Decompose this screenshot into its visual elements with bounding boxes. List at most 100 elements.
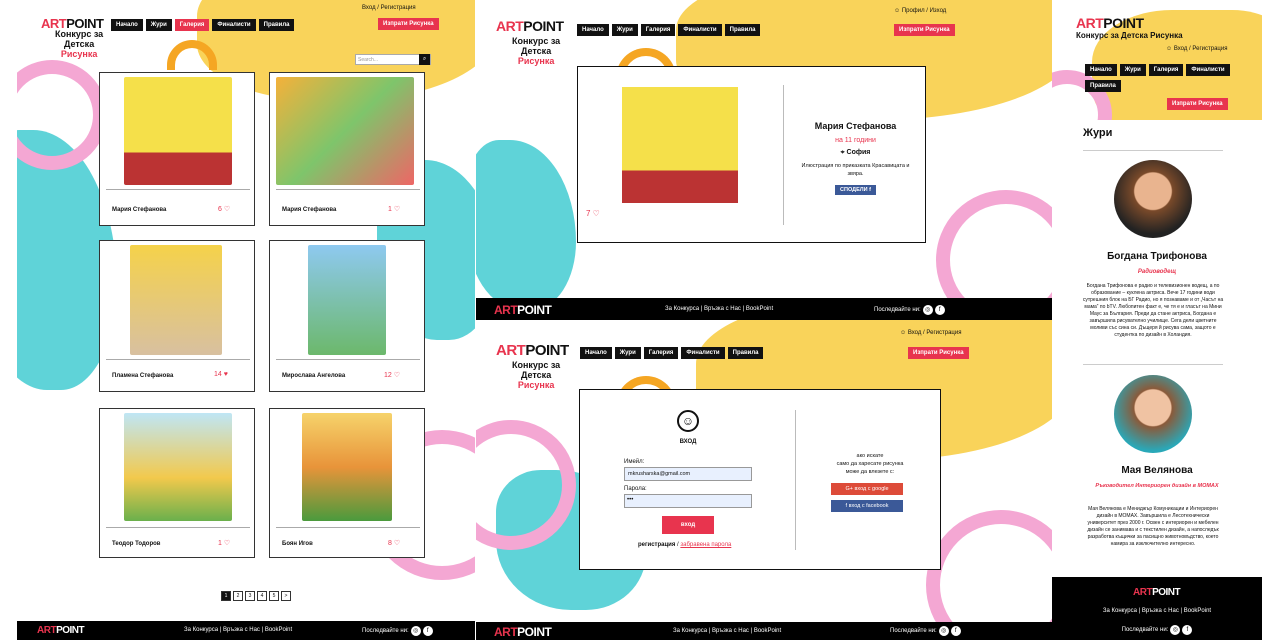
nav-home[interactable]: Начало xyxy=(577,24,609,36)
share-facebook-button[interactable]: СПОДЕЛИ f xyxy=(835,185,876,195)
main-nav: Начало Жури Галерия Финалисти Правила xyxy=(577,24,761,36)
nav-rules[interactable]: Правила xyxy=(727,347,764,359)
page-1[interactable]: 1 xyxy=(221,591,231,601)
drawing-image[interactable] xyxy=(124,77,232,185)
nav-finalists[interactable]: Финалисти xyxy=(681,347,725,359)
drawing-image[interactable] xyxy=(308,245,386,355)
nav-jury[interactable]: Жури xyxy=(611,24,638,36)
jury-member-role: Радиоводещ xyxy=(1137,269,1177,275)
follow-us: Последвайте ни: ◎ f xyxy=(890,626,961,636)
login-submit-button[interactable]: вход xyxy=(662,516,714,534)
gallery-card[interactable]: Пламена Стефанова 14 ♥ xyxy=(99,240,255,392)
footer-logo[interactable]: ARTPOINT xyxy=(494,303,552,317)
footer-links: За Конкурса | Връзка с Нас | BookPoint xyxy=(184,627,293,633)
nav-finalists[interactable]: Финалисти xyxy=(1186,64,1230,76)
like-count[interactable]: 7 ♡ xyxy=(586,209,600,218)
nav-gallery[interactable]: Галерия xyxy=(640,24,676,36)
nav-gallery[interactable]: Галерия xyxy=(643,347,679,359)
nav-finalists[interactable]: Финалисти xyxy=(678,24,722,36)
nav-home[interactable]: Начало xyxy=(1085,64,1117,76)
register-link[interactable]: регистрация xyxy=(638,542,675,548)
submit-drawing-button[interactable]: Изпрати Рисунка xyxy=(894,24,955,36)
footer-bookpoint-link[interactable]: BookPoint xyxy=(746,306,773,312)
like-count[interactable]: 8 ♡ xyxy=(388,539,400,547)
footer-bookpoint-link[interactable]: BookPoint xyxy=(265,627,292,633)
instagram-icon[interactable]: ◎ xyxy=(1170,625,1181,635)
login-link[interactable]: ☺ Вход / Регистрация xyxy=(1166,46,1227,52)
submit-drawing-button[interactable]: Изпрати Рисунка xyxy=(908,347,969,359)
gallery-card[interactable]: Мария Стефанова 6 ♡ xyxy=(99,72,255,226)
drawing-image[interactable] xyxy=(622,87,738,203)
footer-about-link[interactable]: За Конкурса xyxy=(184,627,218,633)
nav-rules[interactable]: Правила xyxy=(724,24,761,36)
password-field[interactable]: ••• xyxy=(624,494,752,508)
facebook-icon[interactable]: f xyxy=(1182,625,1193,635)
instagram-icon[interactable]: ◎ xyxy=(938,626,949,636)
footer-contact-link[interactable]: Връзка с Нас xyxy=(712,628,749,634)
footer-contact-link[interactable]: Връзка с Нас xyxy=(704,306,741,312)
like-count[interactable]: 1 ♡ xyxy=(388,205,400,213)
submit-drawing-button[interactable]: Изпрати Рисунка xyxy=(1167,98,1228,110)
page-4[interactable]: 4 xyxy=(257,591,267,601)
next-page[interactable]: > xyxy=(281,591,291,601)
nav-home[interactable]: Начало xyxy=(111,19,143,31)
page-3[interactable]: 3 xyxy=(245,591,255,601)
nav-home[interactable]: Начало xyxy=(580,347,612,359)
gallery-card[interactable]: Боян Игов 8 ♡ xyxy=(269,408,425,558)
google-login-button[interactable]: G+ вход с google xyxy=(831,483,903,495)
instagram-icon[interactable]: ◎ xyxy=(922,305,933,315)
location-pin-icon: ⌖ xyxy=(840,149,845,156)
nav-jury[interactable]: Жури xyxy=(145,19,172,31)
like-count[interactable]: 14 ♥ xyxy=(214,371,228,378)
gallery-card[interactable]: Мария Стефанова 1 ♡ xyxy=(269,72,425,226)
login-link[interactable]: ☺ Вход / Регистрация xyxy=(900,330,961,336)
follow-us: Последвайте ни: ◎ f xyxy=(874,305,945,315)
nav-gallery[interactable]: Галерия xyxy=(1148,64,1184,76)
logo-subtitle: Конкурс за Детска Рисунка xyxy=(1076,31,1183,40)
drawing-detail-card: 7 ♡ Мария Стефанова на 11 години ⌖ София… xyxy=(577,66,926,243)
footer-bookpoint-link[interactable]: BookPoint xyxy=(1184,608,1211,614)
facebook-icon[interactable]: f xyxy=(950,626,961,636)
logo[interactable]: ARTPOINT xyxy=(496,342,569,359)
gallery-card[interactable]: Мирослава Ангелова 12 ♡ xyxy=(269,240,425,392)
drawing-image[interactable] xyxy=(130,245,222,355)
nav-gallery[interactable]: Галерия xyxy=(174,19,210,31)
jury-heading: Жури xyxy=(1083,127,1113,139)
footer-contact-link[interactable]: Връзка с Нас xyxy=(1142,608,1179,614)
nav-rules[interactable]: Правила xyxy=(258,19,295,31)
footer-about-link[interactable]: За Конкурса xyxy=(665,306,699,312)
page-2[interactable]: 2 xyxy=(233,591,243,601)
logo[interactable]: ARTPOINT xyxy=(1076,15,1144,31)
submit-drawing-button[interactable]: Изпрати Рисунка xyxy=(378,18,439,30)
nav-jury[interactable]: Жури xyxy=(614,347,641,359)
logo[interactable]: ARTPOINT xyxy=(496,18,564,34)
main-nav: Начало Жури Галерия Финалисти Правила xyxy=(580,347,764,359)
footer-about-link[interactable]: За Конкурса xyxy=(1103,608,1137,614)
nav-rules[interactable]: Правила xyxy=(1085,80,1121,92)
drawing-image[interactable] xyxy=(276,77,414,185)
footer-bookpoint-link[interactable]: BookPoint xyxy=(754,628,781,634)
facebook-icon[interactable]: f xyxy=(422,626,433,636)
search-icon[interactable]: ⌕ xyxy=(419,54,430,65)
gallery-card[interactable]: Теодор Тодоров 1 ♡ xyxy=(99,408,255,558)
email-field[interactable]: mkrusharska@gmail.com xyxy=(624,467,752,481)
like-count[interactable]: 1 ♡ xyxy=(218,539,230,547)
footer-about-link[interactable]: За Конкурса xyxy=(673,628,707,634)
footer-logo[interactable]: ARTPOINT xyxy=(1133,587,1181,598)
login-link[interactable]: Вход / Регистрация xyxy=(362,5,416,11)
drawing-image[interactable] xyxy=(124,413,232,521)
facebook-icon[interactable]: f xyxy=(934,305,945,315)
facebook-login-button[interactable]: f вход с facebook xyxy=(831,500,903,512)
footer-logo[interactable]: ARTPOINT xyxy=(494,625,552,639)
page-5[interactable]: 5 xyxy=(269,591,279,601)
profile-logout-link[interactable]: ☺ Профил / Изход xyxy=(894,8,946,14)
footer-logo[interactable]: ARTPOINT xyxy=(37,625,85,636)
drawing-image[interactable] xyxy=(302,413,392,521)
like-count[interactable]: 12 ♡ xyxy=(384,371,400,379)
instagram-icon[interactable]: ◎ xyxy=(410,626,421,636)
nav-finalists[interactable]: Финалисти xyxy=(212,19,256,31)
forgot-password-link[interactable]: забравена парола xyxy=(680,542,731,548)
footer-contact-link[interactable]: Връзка с Нас xyxy=(223,627,260,633)
like-count[interactable]: 6 ♡ xyxy=(218,205,230,213)
nav-jury[interactable]: Жури xyxy=(1119,64,1146,76)
